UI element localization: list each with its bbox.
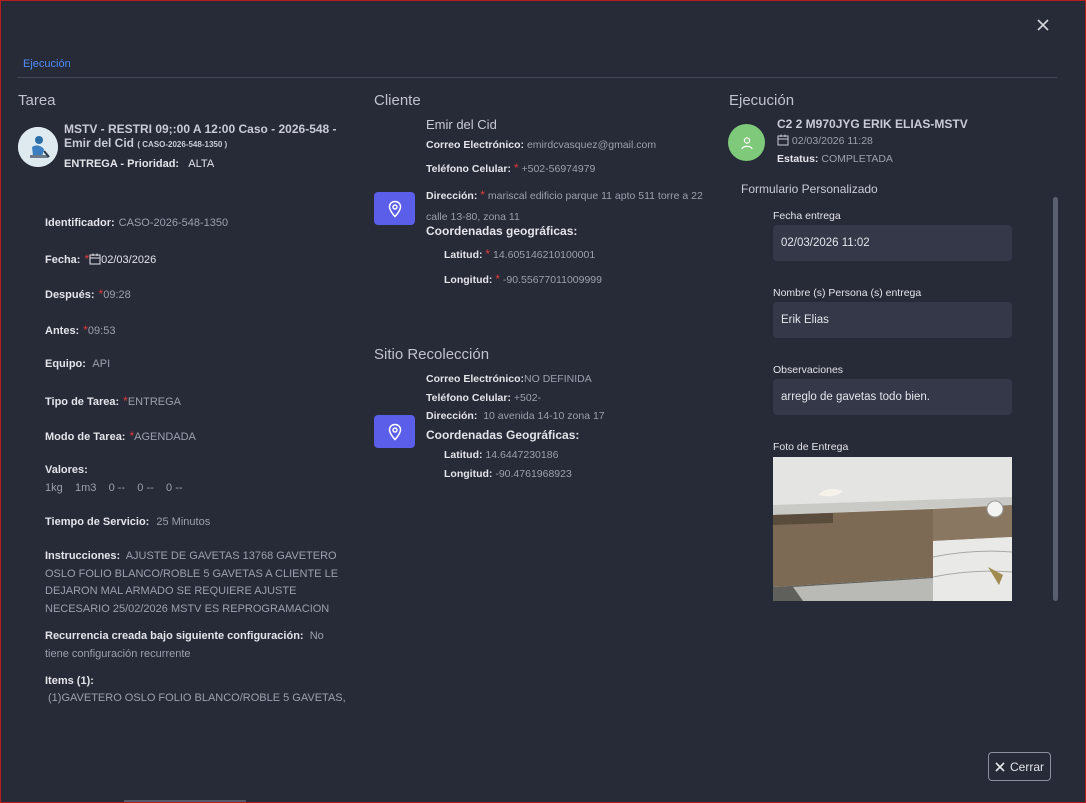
despues-field: Después: *09:28 [45, 287, 131, 301]
ejecucion-date: 02/03/2026 11:28 [777, 134, 873, 147]
cliente-telefono: Teléfono Celular: * +502-56974979 [426, 161, 596, 175]
valores-value: 1kg 1m3 0 -- 0 -- 0 -- [45, 482, 183, 494]
close-icon[interactable] [1033, 15, 1053, 35]
cliente-direccion: Dirección: * mariscal edificio parque 11… [426, 188, 703, 223]
ejecucion-section-title: Ejecución [729, 92, 795, 109]
cliente-coords-title: Coordenadas geográficas: [426, 224, 578, 238]
equipo-field: Equipo: API [45, 358, 111, 370]
user-icon [740, 136, 753, 149]
tiempo-servicio-field: Tiempo de Servicio: 25 Minutos [45, 516, 211, 528]
map-pin-icon [388, 423, 401, 441]
sitio-location-button[interactable] [374, 415, 415, 448]
cerrar-label: Cerrar [1009, 759, 1044, 774]
fecha-field: Fecha: * 02/03/2026 [45, 252, 157, 266]
task-priority: ENTREGA - Prioridad: ALTA [64, 158, 215, 170]
items-value: (1)GAVETERO OSLO FOLIO BLANCO/ROBLE 5 GA… [48, 692, 346, 704]
sitio-latitud: Latitud: 14.6447230186 [444, 449, 559, 461]
calendar-icon [777, 134, 789, 146]
valores-label: Valores: [45, 464, 88, 476]
foto-entrega-label: Foto de Entrega [773, 441, 849, 453]
cliente-name: Emir del Cid [426, 117, 497, 132]
sitio-telefono: Teléfono Celular: +502- [426, 392, 542, 404]
cliente-section-title: Cliente [374, 92, 421, 109]
observaciones-field[interactable]: arreglo de gavetas todo bien. [773, 379, 1012, 415]
antes-field: Antes: *09:53 [45, 323, 116, 337]
persona-entrega-label: Nombre (s) Persona (s) entrega [773, 287, 922, 299]
sitio-correo: Correo Electrónico:NO DEFINIDA [426, 373, 592, 385]
instrucciones-field: Instrucciones: AJUSTE DE GAVETAS 13768 G… [45, 550, 339, 615]
recurrencia-field: Recurrencia creada bajo siguiente config… [45, 630, 324, 660]
persona-entrega-field[interactable]: Erik Elias [773, 302, 1012, 338]
task-avatar [18, 127, 58, 167]
close-icon [995, 761, 1005, 772]
sitio-section-title: Sitio Recolección [374, 346, 490, 363]
task-title: MSTV - RESTRI 09;:00 A 12:00 Caso - 2026… [64, 122, 337, 150]
ejecucion-name: C2 2 M970JYG ERIK ELIAS-MSTV [777, 117, 968, 131]
fecha-entrega-field[interactable]: 02/03/2026 11:02 [773, 225, 1012, 261]
cliente-latitud: Latitud: * 14.605146210100001 [444, 247, 596, 261]
items-label: Items (1): [45, 675, 94, 687]
form-scrollbar-thumb[interactable] [1053, 197, 1058, 601]
cerrar-button[interactable]: Cerrar [988, 752, 1051, 781]
sitio-coords-title: Coordenadas Geográficas: [426, 428, 580, 442]
observaciones-label: Observaciones [773, 364, 844, 376]
modo-tarea-field: Modo de Tarea: *AGENDADA [45, 429, 196, 443]
tarea-section-title: Tarea [18, 92, 56, 109]
cliente-longitud: Longitud: * -90.55677011009999 [444, 272, 602, 286]
form-title: Formulario Personalizado [741, 182, 878, 196]
identificador-field: Identificador: CASO-2026-548-1350 [45, 217, 229, 229]
tipo-tarea-field: Tipo de Tarea: *ENTREGA [45, 394, 182, 408]
task-detail-modal: Ejecución Tarea MSTV - RESTRI 09;:00 A 1… [0, 0, 1086, 803]
tab-divider [17, 77, 1057, 78]
user-avatar [728, 124, 765, 161]
sitio-longitud: Longitud: -90.4761968923 [444, 468, 572, 480]
sitio-direccion: Dirección: 10 avenida 14-10 zona 17 [426, 410, 605, 422]
bottom-scroll-indicator [124, 800, 246, 802]
foto-entrega-image[interactable] [773, 457, 1012, 601]
fecha-entrega-label: Fecha entrega [773, 210, 841, 222]
cliente-correo: Correo Electrónico: emirdcvasquez@gmail.… [426, 139, 657, 151]
tab-ejecucion[interactable]: Ejecución [23, 58, 71, 70]
calendar-icon [89, 253, 101, 265]
map-pin-icon [388, 200, 401, 218]
ejecucion-estatus: Estatus: COMPLETADA [777, 153, 893, 165]
cliente-location-button[interactable] [374, 192, 415, 225]
